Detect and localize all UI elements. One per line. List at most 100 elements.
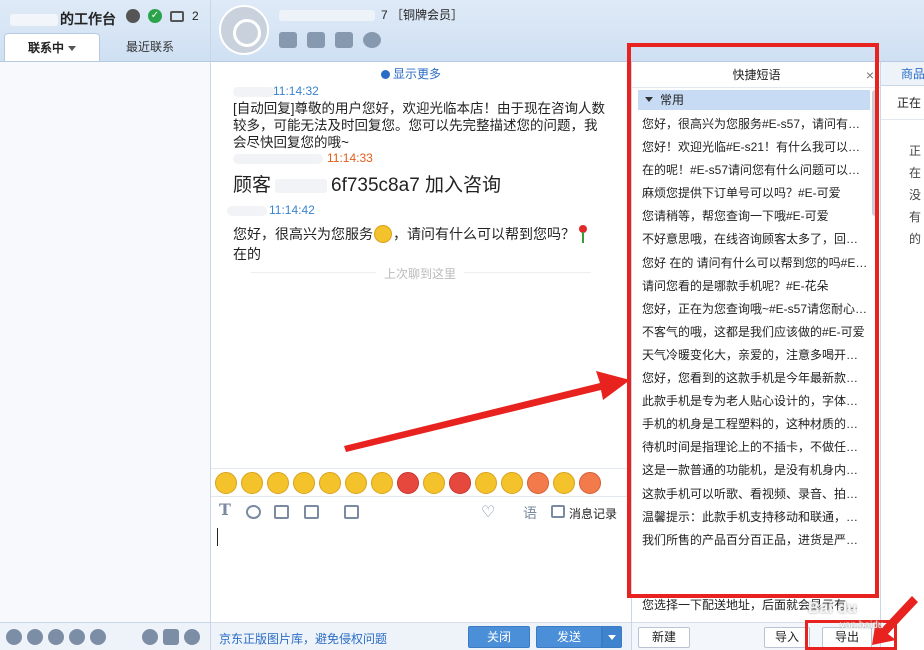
phrase-item[interactable]: 您好，很高兴为您服务#E-s57，请问有什么可以帮到您吗？ (642, 113, 868, 136)
emoji-bar (211, 468, 631, 496)
greeting-message: 您好，很高兴为您服务 ，请问有什么可以帮到您吗？ 在的 (233, 224, 588, 264)
redacted-customer (275, 178, 328, 193)
message-count: 2 (192, 9, 199, 23)
chat-bubble-icon[interactable] (69, 628, 85, 645)
phrase-item[interactable]: 在的呢！#E-s57请问您有什么问题可以帮到您？ (642, 159, 868, 182)
phrase-item[interactable]: 您好！欢迎光临#E-s21！有什么我可以为您服务的吗？ (642, 136, 868, 159)
message-input[interactable] (211, 526, 631, 622)
user-icon[interactable] (335, 32, 353, 48)
product-panel-text: 正在没有的 (909, 144, 922, 246)
settings-icon[interactable] (184, 628, 200, 645)
redacted-sender (227, 206, 267, 216)
emoji-icon[interactable] (246, 505, 261, 519)
cool-emoji-icon[interactable] (371, 471, 393, 494)
message-time: 11:14:33 (327, 151, 373, 165)
group-icon[interactable] (48, 628, 64, 645)
favorite-icon[interactable]: ♡ (481, 502, 496, 521)
scrollbar[interactable] (872, 90, 879, 216)
avatar[interactable] (219, 5, 269, 55)
phrase-item[interactable]: 手机的机身是工程塑料的，这种材质的手机很耐摔 (642, 413, 868, 436)
phrase-item[interactable]: 此款手机是专为老人贴心设计的，字体大、声音大 (642, 390, 868, 413)
thumbs-up-emoji-icon[interactable] (475, 471, 497, 494)
auto-reply-message: [自动回复]尊敬的用户您好，欢迎光临本店！由于现在咨询人数 较多，可能无法及时回… (233, 101, 606, 150)
phrase-item[interactable]: 您好，您看到的这款手机是今年最新款的哦 (642, 367, 868, 390)
phrase-item[interactable]: 您好 在的 请问有什么可以帮到您的吗#E-s57 (642, 252, 868, 275)
show-more-link[interactable]: 显示更多 (381, 65, 441, 82)
left-bottom-toolbar (0, 622, 210, 650)
message-box-icon[interactable] (170, 10, 184, 22)
chat-messages: 显示更多 11:14:32 [自动回复]尊敬的用户您好，欢迎光临本店！由于现在咨… (211, 62, 631, 468)
wink-emoji-icon[interactable] (267, 471, 289, 494)
gift-emoji-icon[interactable] (579, 471, 601, 494)
phrase-item[interactable]: 您好，正在为您查询哦~#E-s57请您耐心等待一下 (642, 298, 868, 321)
last-read-label: 上次聊到这里 (376, 265, 465, 282)
quick-phrases-panel: 快捷短语 × 常用 您好，很高兴为您服务#E-s57，请问有什么可以帮到您吗？您… (631, 62, 881, 650)
phrase-item[interactable]: 您请稍等，帮您查询一下哦#E-可爱 (642, 205, 868, 228)
phrase-item[interactable]: 请问您看的是哪款手机呢？#E-花朵 (642, 275, 868, 298)
product-subtab[interactable]: 正在 (881, 86, 924, 120)
contact-tabs: 联系中 最近联系 (4, 33, 200, 61)
shield-icon[interactable] (363, 32, 381, 48)
image-icon[interactable] (274, 505, 289, 519)
send-button[interactable]: 发送 (536, 626, 602, 648)
rose-emoji-icon[interactable] (449, 471, 471, 494)
phrase-item[interactable]: 这是一款普通的功能机，是没有机身内存的哦 (642, 459, 868, 482)
phrase-item[interactable]: 天气冷暖变化大，亲爱的，注意多喝开水哦 (642, 344, 868, 367)
phrase-item[interactable]: 温馨提示：此款手机支持移动和联通，不支持电信 (642, 506, 868, 529)
phrase-list: 您好，很高兴为您服务#E-s57，请问有什么可以帮到您吗？您好！欢迎光临#E-s… (642, 113, 868, 552)
tab-products[interactable]: 商品 (881, 62, 924, 86)
contact-name: 7 ［铜牌会员］ (279, 6, 463, 23)
message-record-button[interactable]: 消息记录 (569, 505, 617, 522)
tab-contacting[interactable]: 联系中 (4, 33, 100, 61)
image-library-link[interactable]: 京东正版图片库，避免侵权问题 (219, 630, 387, 647)
phrase-group-common[interactable]: 常用 (638, 90, 870, 110)
chat-bottom-bar: 京东正版图片库，避免侵权问题 关闭 发送 (211, 622, 631, 650)
hug-emoji-icon[interactable] (553, 471, 575, 494)
phrase-item[interactable]: 麻烦您提供下订单号可以吗？#E-可爱 (642, 182, 868, 205)
smile-emoji-icon (374, 225, 392, 243)
robot-icon[interactable] (90, 628, 106, 645)
think-emoji-icon[interactable] (345, 471, 367, 494)
shy-emoji-icon[interactable] (241, 471, 263, 494)
phrase-item[interactable]: 待机时间是指理论上的不插卡，不做任何操作的时间 (642, 436, 868, 459)
input-toolbar: T ♡ 语 消息记录 (211, 496, 631, 526)
send-options-dropdown[interactable] (602, 626, 622, 648)
member-level: ［铜牌会员］ (391, 8, 464, 22)
kiss-emoji-icon[interactable] (501, 471, 523, 494)
status-icons: ✓ 2 (126, 9, 199, 23)
font-icon[interactable]: T (219, 502, 234, 518)
contacts-icon[interactable] (6, 628, 22, 645)
left-panel: 的工作台 ✓ 2 联系中 最近联系 (0, 0, 211, 650)
phrase-item[interactable]: 不客气的哦，这都是我们应该做的#E-可爱 (642, 321, 868, 344)
victory-emoji-icon[interactable] (293, 471, 315, 494)
phrase-item[interactable]: 这款手机可以听歌、看视频、录音、拍照等 (642, 483, 868, 506)
handshake-emoji-icon[interactable] (319, 471, 341, 494)
laugh-emoji-icon[interactable] (215, 471, 237, 494)
phrase-item[interactable]: 不好意思哦，在线咨询顾客太多了，回复慢了请您见谅 (642, 228, 868, 251)
search-icon[interactable] (142, 628, 158, 645)
transfer-arrows-icon[interactable] (279, 32, 297, 48)
smile-emoji-icon[interactable] (423, 471, 445, 494)
screenshot-icon[interactable] (304, 505, 319, 519)
translate-icon[interactable]: 语 (523, 503, 538, 521)
calendar-icon[interactable] (163, 628, 179, 645)
redacted-contact (279, 10, 375, 22)
message-record-icon[interactable] (551, 505, 565, 518)
folder-icon[interactable] (307, 32, 325, 48)
import-button[interactable]: 导入 (764, 627, 810, 648)
close-icon[interactable]: × (866, 62, 874, 88)
quick-phrases-title: 快捷短语 (632, 62, 881, 88)
tab-recent[interactable]: 最近联系 (100, 33, 200, 61)
redacted-name (10, 14, 58, 27)
transfer-icon[interactable] (27, 628, 43, 645)
close-button[interactable]: 关闭 (468, 626, 530, 648)
calculator-icon[interactable] (344, 505, 359, 519)
bug-icon[interactable] (126, 9, 140, 23)
phrase-item[interactable]: 我们所售的产品百分百正品，进货是严格把关的 (642, 529, 868, 552)
left-header: 的工作台 ✓ 2 联系中 最近联系 (0, 0, 210, 62)
new-phrase-button[interactable]: 新建 (638, 627, 690, 648)
heart-emoji-icon[interactable] (527, 471, 549, 494)
online-status-icon[interactable]: ✓ (148, 9, 162, 23)
flag-emoji-icon[interactable] (397, 471, 419, 494)
product-panel: 商品 正在 正在没有的 (880, 62, 924, 650)
